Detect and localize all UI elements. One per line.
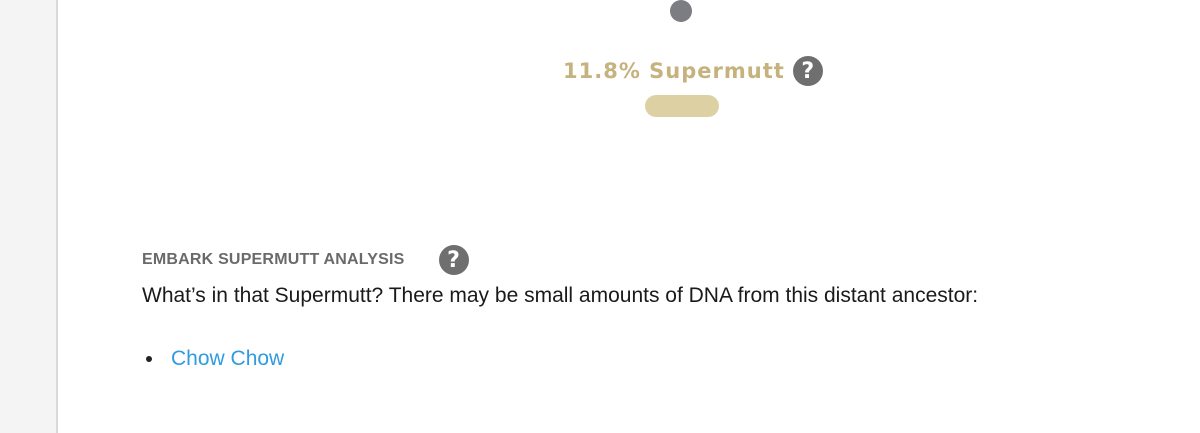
analysis-title: EMBARK SUPERMUTT ANALYSIS	[142, 251, 405, 268]
analysis-description: What’s in that Supermutt? There may be s…	[142, 284, 979, 307]
ancestor-link-chow-chow[interactable]: Chow Chow	[171, 347, 284, 371]
question-circle-icon[interactable]: ?	[792, 56, 823, 86]
supermutt-row: 11.8% Supermutt ?	[563, 53, 823, 89]
supermutt-bar	[645, 95, 719, 117]
question-circle-icon[interactable]: ?	[438, 245, 469, 275]
list-item: Chow Chow	[142, 344, 284, 374]
chart-dot	[670, 0, 692, 22]
analysis-header: EMBARK SUPERMUTT ANALYSIS ?	[142, 244, 469, 276]
ancestry-card: 11.8% Supermutt ? EMBARK SUPERMUTT ANALY…	[56, 0, 1200, 433]
bullet-icon	[146, 356, 152, 362]
supermutt-percentage-label: 11.8% Supermutt	[563, 59, 785, 83]
ancestor-list: Chow Chow	[142, 344, 284, 374]
